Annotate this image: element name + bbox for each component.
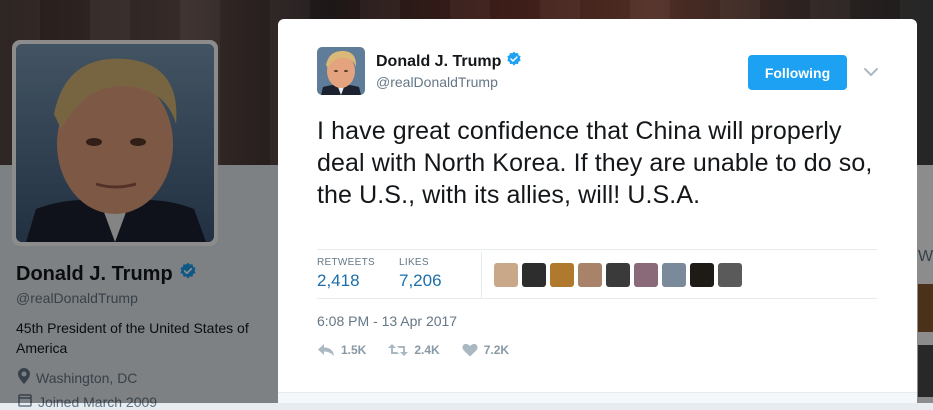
like-count: 7.2K	[483, 343, 510, 357]
heart-icon	[462, 343, 478, 357]
retweet-icon	[388, 343, 409, 357]
retweet-button[interactable]: 2.4K	[388, 343, 440, 357]
tweet-text: I have great confidence that China will …	[317, 117, 873, 209]
like-button[interactable]: 7.2K	[462, 343, 509, 357]
likes-count: 7,206	[399, 271, 442, 290]
liker-avatar[interactable]	[662, 263, 686, 287]
author-avatar[interactable]	[317, 47, 365, 95]
liker-avatar[interactable]	[522, 263, 546, 287]
tweet-permalink-modal: Donald J. Trump @realDonaldTrump Followi…	[278, 19, 917, 403]
stats-divider-top	[317, 249, 877, 250]
author-name[interactable]: Donald J. Trump	[376, 51, 522, 72]
liker-avatar[interactable]	[494, 263, 518, 287]
author-handle[interactable]: @realDonaldTrump	[376, 74, 498, 90]
modal-footer	[278, 392, 917, 403]
liker-avatar[interactable]	[578, 263, 602, 287]
reply-icon	[317, 343, 335, 357]
chevron-down-icon[interactable]	[862, 63, 880, 81]
tweet-actions: 1.5K 2.4K 7.2K	[317, 343, 531, 357]
retweets-label: RETWEETS	[317, 257, 375, 268]
retweet-count: 2.4K	[414, 343, 440, 357]
liker-avatar[interactable]	[606, 263, 630, 287]
following-button[interactable]: Following	[748, 55, 847, 90]
liker-avatar[interactable]	[634, 263, 658, 287]
verified-badge-icon	[506, 51, 522, 72]
tweet-timestamp[interactable]: 6:08 PM - 13 Apr 2017	[317, 313, 457, 329]
likes-stat[interactable]: LIKES 7,206	[399, 257, 442, 291]
retweets-count: 2,418	[317, 271, 360, 290]
stats-separator	[481, 252, 482, 298]
liker-avatar[interactable]	[718, 263, 742, 287]
author-name-text: Donald J. Trump	[376, 52, 502, 70]
liker-avatar[interactable]	[690, 263, 714, 287]
stats-divider-bottom	[317, 298, 877, 299]
reply-button[interactable]: 1.5K	[317, 343, 366, 357]
liker-avatar[interactable]	[550, 263, 574, 287]
liker-avatars	[494, 263, 742, 287]
reply-count: 1.5K	[341, 343, 367, 357]
likes-label: LIKES	[399, 257, 429, 268]
retweets-stat[interactable]: RETWEETS 2,418	[317, 257, 375, 291]
